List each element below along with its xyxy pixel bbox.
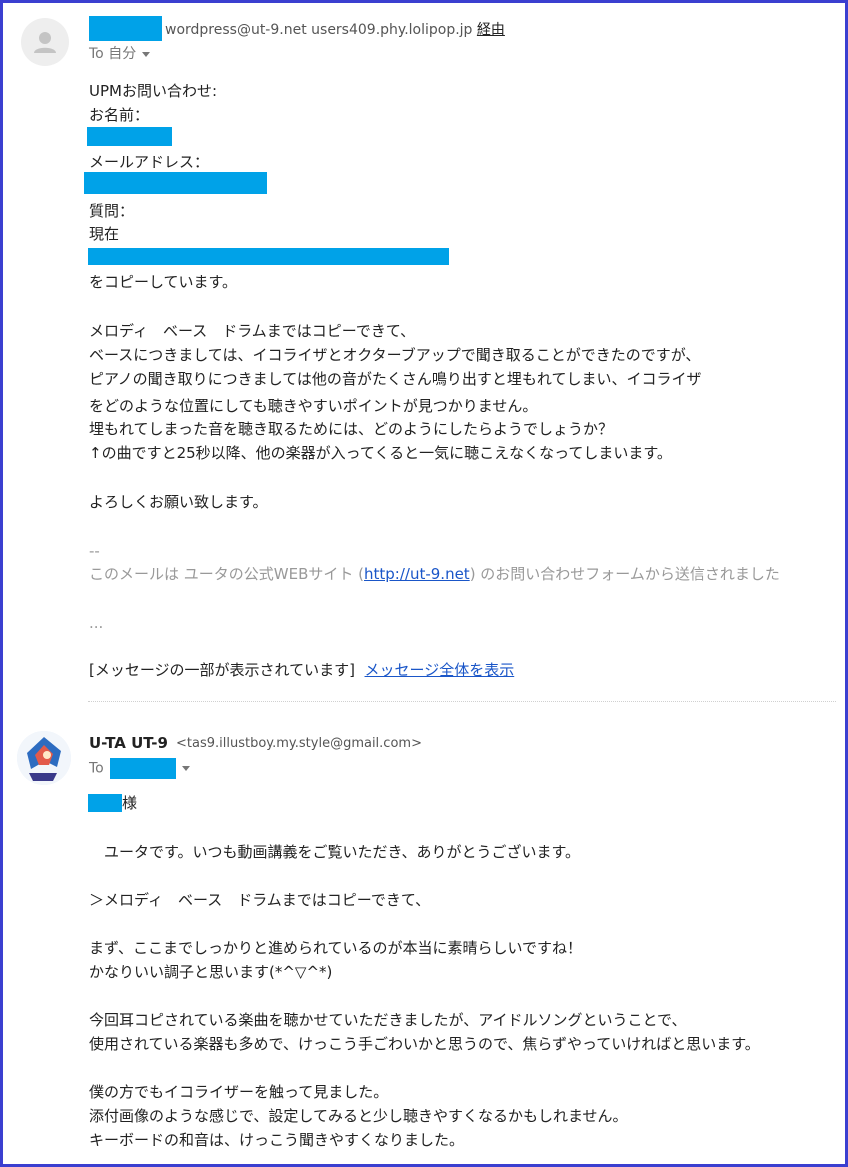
sender-avatar[interactable] [17, 731, 71, 785]
redacted-email [84, 172, 267, 194]
redacted-name [87, 127, 172, 146]
signature-separator: -- [89, 542, 100, 560]
redacted-recipient-name [88, 794, 122, 812]
body-line-3: ピアノの聞き取りにつきましては他の音がたくさん鳴り出すと埋もれてしまい、イコライ… [89, 370, 702, 388]
illustrated-character-icon [17, 731, 71, 785]
question-current: 現在 [89, 225, 120, 243]
reply-line-4: かなりいい調子と思います(*^▽^*) [89, 963, 333, 981]
body-line-6: ↑の曲ですと25秒以降、他の楽器が入ってくると一気に聴こえなくなってしまいます。 [89, 444, 672, 462]
reply-line-9: キーボードの和音は、けっこう聞きやすくなりました。 [89, 1131, 465, 1149]
name-label: お名前： [89, 106, 150, 124]
sender-name: U-TA UT-9 [89, 734, 168, 752]
closing-line: よろしくお願い致します。 [89, 493, 268, 511]
body-line-5: 埋もれてしまった音を聴き取るためには、どのようにしたらようでしょうか？ [89, 420, 613, 438]
reply-line-1: ユータです。いつも動画講義をご覧いただき、ありがとうございます。 [89, 843, 580, 861]
copy-line: をコピーしています。 [89, 273, 238, 291]
site-link[interactable]: http://ut-9.net [364, 565, 470, 583]
redacted-song-title [88, 248, 449, 265]
salutation: 様 [122, 794, 138, 812]
default-avatar-icon[interactable] [21, 18, 69, 66]
body-line-4: をどのような位置にしても聴きやすいポイントが見つかりません。 [89, 397, 538, 415]
recipient-toggle-2[interactable]: To [89, 758, 190, 779]
redacted-sender-name [89, 16, 162, 41]
trimmed-ellipsis[interactable]: ... [89, 613, 103, 633]
reply-line-7: 僕の方でもイコライザーを触って見ました。 [89, 1083, 389, 1101]
email-label: メールアドレス： [89, 153, 210, 171]
reply-quote: ＞メロディ ベース ドラムまではコピーできて、 [89, 891, 431, 909]
message-divider [88, 701, 836, 702]
reply-line-8: 添付画像のような感じで、設定してみると少し聴きやすくなるかもしれません。 [89, 1107, 628, 1125]
sender-via-address: wordpress@ut-9.net users409.phy.lolipop.… [165, 22, 505, 38]
redacted-recipient [109, 758, 176, 779]
footer-note: このメールは ユータの公式WEBサイト (http://ut-9.net) のお… [89, 565, 780, 583]
reply-line-6: 使用されている楽器も多めで、けっこう手ごわいかと思うので、焦らずやっていければと… [89, 1035, 760, 1053]
chevron-down-icon [181, 766, 190, 771]
view-full-message-link[interactable]: メッセージ全体を表示 [365, 661, 515, 679]
reply-line-3: まず、ここまでしっかりと進められているのが本当に素晴らしいですね！ [89, 939, 583, 957]
reply-line-5: 今回耳コピされている楽曲を聴かせていただきましたが、アイドルソングということで、 [89, 1011, 687, 1029]
form-title: UPMお問い合わせ: [89, 82, 218, 100]
body-line-2: ベースにつきましては、イコライザとオクターブアップで聞き取ることができたのですが… [89, 346, 701, 364]
sender-email: <tas9.illustboy.my.style@gmail.com> [176, 736, 422, 751]
body-line-1: メロディ ベース ドラムまではコピーできて、 [89, 322, 416, 340]
question-label: 質問： [89, 202, 135, 220]
via-link[interactable]: 経由 [477, 22, 505, 38]
chevron-down-icon [142, 51, 151, 57]
recipient-toggle[interactable]: To 自分 [89, 44, 151, 64]
person-silhouette-icon [34, 32, 56, 53]
clipped-notice: [メッセージの一部が表示されています] メッセージ全体を表示 [89, 661, 515, 679]
